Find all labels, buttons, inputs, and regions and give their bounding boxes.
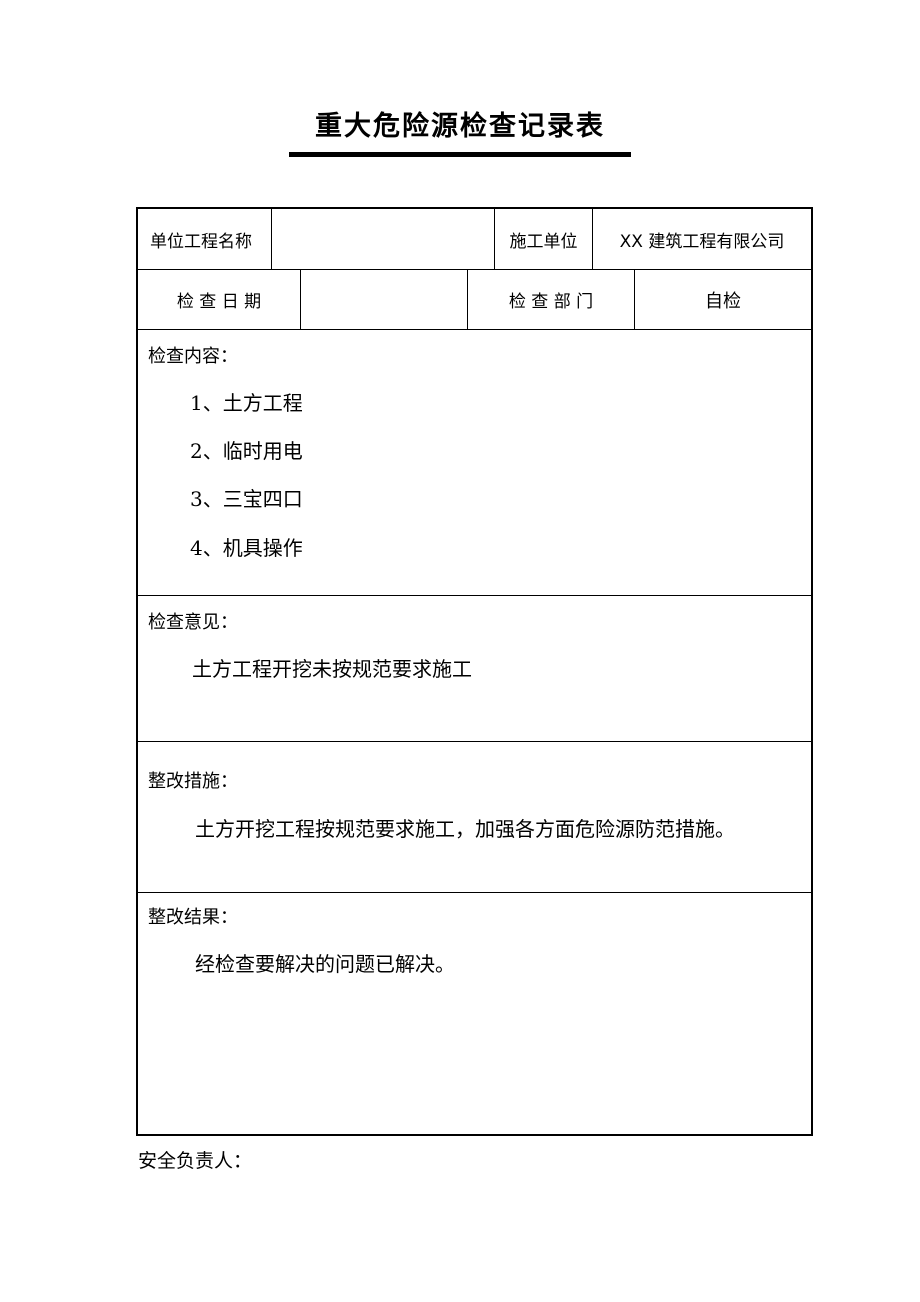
project-name-label: 单位工程名称 [150,231,252,252]
contractor-value[interactable]: XX 建筑工程有限公司 [593,209,811,269]
document-title: 重大危险源检查记录表 [315,111,605,142]
title-underline [289,152,631,157]
inspection-opinion-text[interactable]: 土方工程开挖未按规范要求施工 [192,653,472,682]
rectification-measures-text[interactable]: 土方开挖工程按规范要求施工，加强各方面危险源防范措施。 [195,813,735,842]
inspection-opinion-section: 检查意见： 土方工程开挖未按规范要求施工 [138,596,811,742]
inspection-date-value[interactable] [301,270,467,329]
header-row-1: 单位工程名称 施工单位 XX 建筑工程有限公司 [138,209,811,270]
list-item: 3、三宝四口 [190,487,303,511]
rectification-result-heading: 整改结果： [148,907,238,928]
contractor-label: 施工单位 [509,231,578,252]
rectification-result-section: 整改结果： 经检查要解决的问题已解决。 [138,893,811,1134]
rectification-result-text[interactable]: 经检查要解决的问题已解决。 [195,948,455,977]
inspection-content-section: 检查内容： 1、土方工程 2、临时用电 3、三宝四口 4、机具操作 [138,330,811,596]
rectification-measures-section: 整改措施： 土方开挖工程按规范要求施工，加强各方面危险源防范措施。 [138,742,811,893]
inspection-department-value[interactable]: 自检 [635,270,811,329]
safety-officer-label: 安全负责人： [138,1150,253,1172]
inspection-opinion-heading: 检查意见： [148,612,238,633]
inspection-department-label: 检 查 部 门 [508,292,594,312]
list-item: 4、机具操作 [190,536,303,560]
inspection-content-heading: 检查内容： [148,346,238,367]
rectification-measures-heading: 整改措施： [148,771,238,792]
list-item: 1、土方工程 [190,391,303,415]
project-name-value[interactable] [272,209,494,269]
header-row-2: 检 查 日 期 检 查 部 门 自检 [138,270,811,330]
inspection-date-label: 检 查 日 期 [176,292,262,312]
inspection-record-table: 单位工程名称 施工单位 XX 建筑工程有限公司 检 查 日 期 检 查 部 门 … [136,207,813,1136]
list-item: 2、临时用电 [190,439,303,463]
